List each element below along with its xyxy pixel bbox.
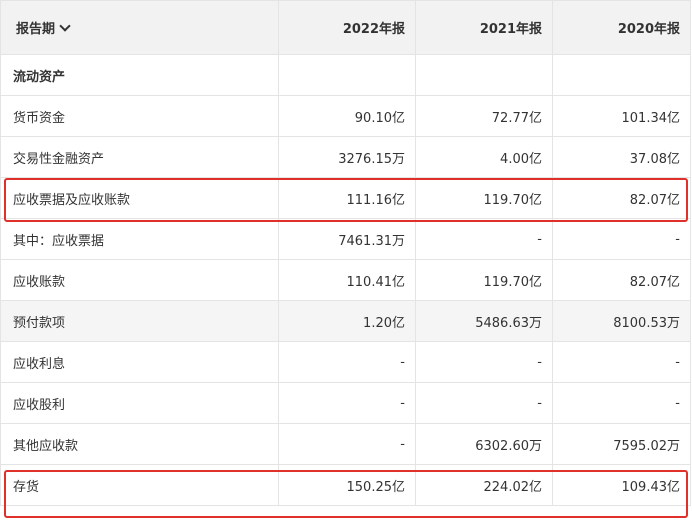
cell-2020: -: [552, 218, 691, 260]
table-row-interest-receivable: 应收利息 - - -: [0, 341, 691, 383]
cell-2020: 8100.53万: [552, 300, 691, 342]
column-header-2022: 2022年报: [278, 0, 416, 55]
cell-2020: 109.43亿: [552, 464, 691, 506]
period-selector-label: 报告期: [16, 22, 56, 37]
cell-2021: 5486.63万: [415, 300, 553, 342]
cell-2021: -: [415, 218, 553, 260]
cell-2022: 90.10亿: [278, 95, 416, 137]
cell-2020: 101.34亿: [552, 95, 691, 137]
header-row: 报告期 2022年报 2021年报 2020年报: [0, 0, 691, 55]
balance-sheet-table: 报告期 2022年报 2021年报 2020年报 流动资产 货币资金 90.10…: [0, 0, 691, 506]
table-row-trading-financial-assets: 交易性金融资产 3276.15万 4.00亿 37.08亿: [0, 136, 691, 178]
row-label: 货币资金: [0, 95, 279, 137]
table-row-dividends-receivable: 应收股利 - - -: [0, 382, 691, 424]
row-label: 其中：应收票据: [0, 218, 279, 260]
cell-2021: 6302.60万: [415, 423, 553, 465]
table-row-prepayments: 预付款项 1.20亿 5486.63万 8100.53万: [0, 300, 691, 342]
cell-2022: 111.16亿: [278, 177, 416, 219]
cell-2021: 224.02亿: [415, 464, 553, 506]
row-label: 预付款项: [0, 300, 279, 342]
table-header: 报告期 2022年报 2021年报 2020年报: [0, 0, 691, 55]
cell-2020: 82.07亿: [552, 177, 691, 219]
cell-2021: 4.00亿: [415, 136, 553, 178]
cell-2020: 7595.02万: [552, 423, 691, 465]
cell-2022: 150.25亿: [278, 464, 416, 506]
column-header-2020: 2020年报: [552, 0, 691, 55]
cell-2022: 3276.15万: [278, 136, 416, 178]
cell-2020: -: [552, 382, 691, 424]
row-label: 流动资产: [0, 54, 279, 96]
cell-2021: 119.70亿: [415, 259, 553, 301]
table-body: 流动资产 货币资金 90.10亿 72.77亿 101.34亿 交易性金融资产 …: [0, 54, 691, 506]
cell-2021: 119.70亿: [415, 177, 553, 219]
table-row-current-assets: 流动资产: [0, 54, 691, 96]
cell-2021: -: [415, 341, 553, 383]
row-label: 应收账款: [0, 259, 279, 301]
cell-2021: 72.77亿: [415, 95, 553, 137]
period-selector[interactable]: 报告期: [0, 0, 279, 55]
column-header-2021: 2021年报: [415, 0, 553, 55]
cell-2022: [278, 54, 416, 96]
cell-2020: -: [552, 341, 691, 383]
table-row-other-receivables: 其他应收款 - 6302.60万 7595.02万: [0, 423, 691, 465]
table-row-inventory: 存货 150.25亿 224.02亿 109.43亿: [0, 464, 691, 506]
cell-2022: 110.41亿: [278, 259, 416, 301]
cell-2021: [415, 54, 553, 96]
row-label: 存货: [0, 464, 279, 506]
cell-2020: 37.08亿: [552, 136, 691, 178]
cell-2022: -: [278, 382, 416, 424]
cell-2021: -: [415, 382, 553, 424]
table-row-cash: 货币资金 90.10亿 72.77亿 101.34亿: [0, 95, 691, 137]
chevron-down-icon: [59, 20, 71, 32]
table-row-notes-and-accounts-receivable: 应收票据及应收账款 111.16亿 119.70亿 82.07亿: [0, 177, 691, 219]
table-row-notes-receivable: 其中：应收票据 7461.31万 - -: [0, 218, 691, 260]
cell-2020: [552, 54, 691, 96]
cell-2020: 82.07亿: [552, 259, 691, 301]
row-label: 应收票据及应收账款: [0, 177, 279, 219]
row-label: 交易性金融资产: [0, 136, 279, 178]
cell-2022: -: [278, 423, 416, 465]
row-label: 应收股利: [0, 382, 279, 424]
cell-2022: -: [278, 341, 416, 383]
cell-2022: 7461.31万: [278, 218, 416, 260]
table-row-accounts-receivable: 应收账款 110.41亿 119.70亿 82.07亿: [0, 259, 691, 301]
cell-2022: 1.20亿: [278, 300, 416, 342]
row-label: 应收利息: [0, 341, 279, 383]
row-label: 其他应收款: [0, 423, 279, 465]
